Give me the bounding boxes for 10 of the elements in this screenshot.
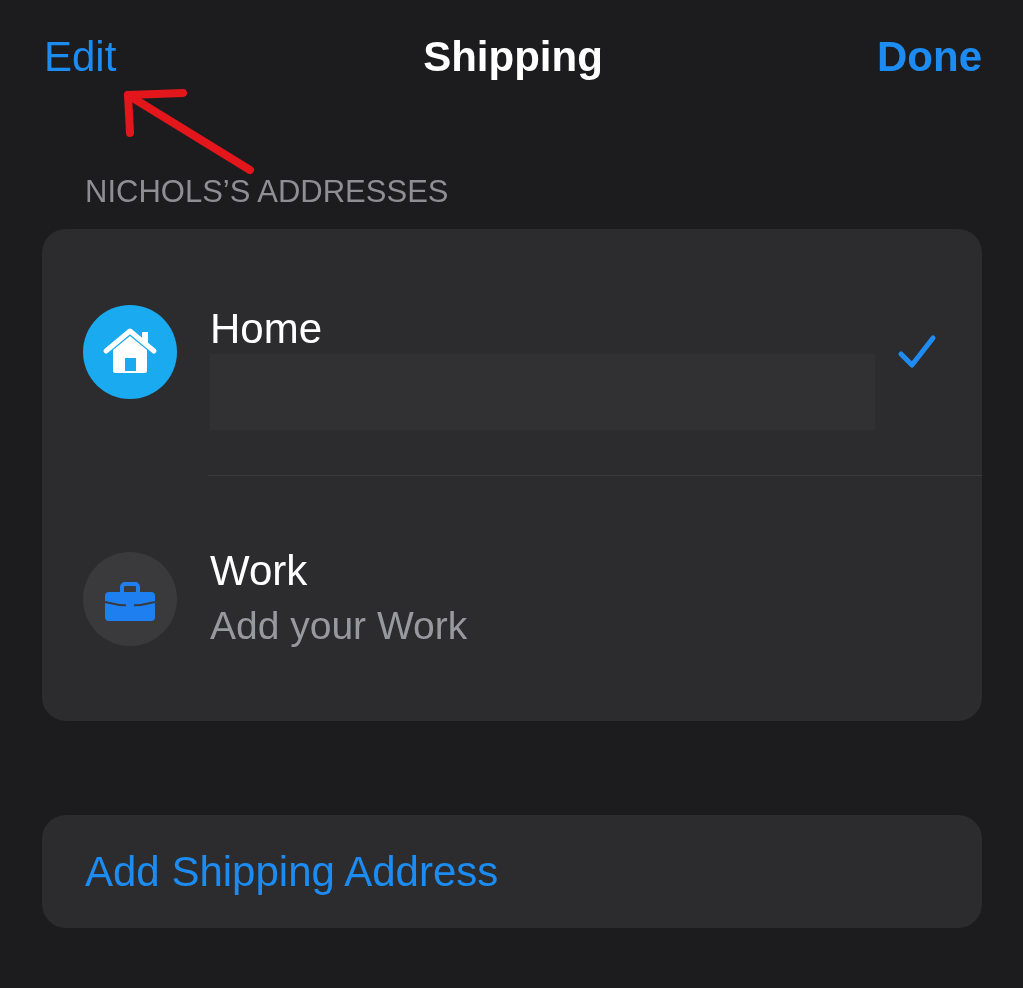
page-title: Shipping xyxy=(423,33,603,81)
address-label: Work xyxy=(210,547,308,595)
address-hint: Add your Work xyxy=(210,603,468,649)
house-icon xyxy=(83,305,177,399)
briefcase-icon xyxy=(83,551,177,646)
address-label: Home xyxy=(210,304,323,353)
section-header: NICHOLS’S ADDRESSES xyxy=(85,174,449,210)
edit-button[interactable]: Edit xyxy=(44,33,117,81)
add-shipping-address-button[interactable]: Add Shipping Address xyxy=(42,815,982,928)
done-button[interactable]: Done xyxy=(877,33,982,81)
